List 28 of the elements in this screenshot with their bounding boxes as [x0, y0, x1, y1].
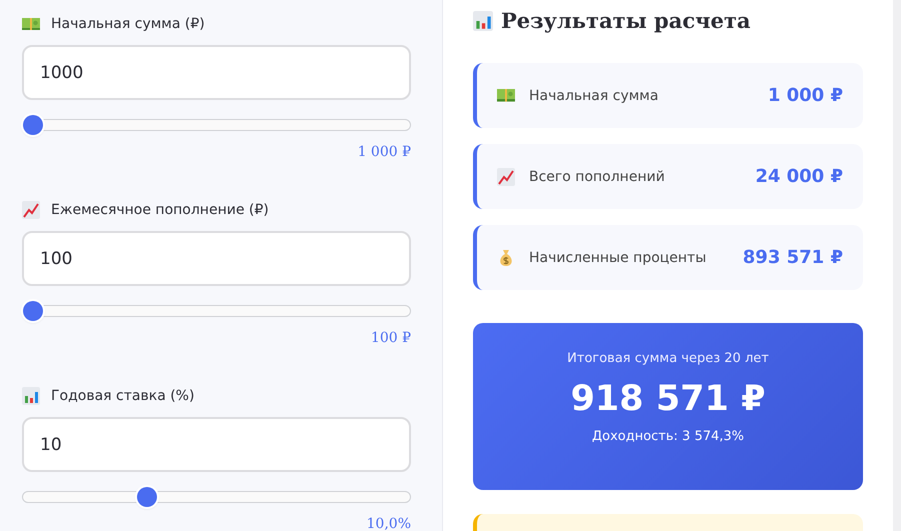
field-label: Ежемесячное пополнение (₽): [51, 202, 269, 218]
result-value: 24 000 ₽: [755, 166, 843, 187]
bar-chart-icon: [22, 387, 40, 405]
slider-thumb[interactable]: [136, 487, 157, 507]
result-label: Всего пополнений: [529, 168, 666, 184]
input-field[interactable]: 10: [22, 417, 411, 472]
yield-text: Доходность: 3 574,3%: [592, 429, 744, 444]
trend-chart-icon: [497, 168, 515, 186]
result-value: 893 571 ₽: [742, 247, 843, 268]
field-label: Годовая ставка (%): [51, 388, 194, 404]
total-caption: Итоговая сумма через 20 лет: [567, 351, 769, 366]
slider-value: 10,0%: [366, 516, 411, 531]
total-amount: 918 571 ₽: [570, 379, 766, 419]
result-value: 1 000 ₽: [768, 85, 843, 106]
results-title: Результаты расчета: [501, 8, 750, 33]
banknote-icon: [497, 89, 515, 102]
slider-value: 1 000 ₽: [358, 144, 411, 160]
result-label: Начисленные проценты: [529, 250, 708, 266]
input-field[interactable]: 100: [22, 231, 411, 286]
banknote-icon: [22, 18, 40, 30]
bar-chart-icon: [473, 10, 493, 30]
trend-chart-icon: [22, 201, 40, 219]
input-field[interactable]: 1000: [22, 45, 411, 100]
slider-value: 100 ₽: [370, 330, 411, 346]
slider-thumb[interactable]: [23, 115, 43, 135]
result-label: Начальная сумма: [529, 88, 660, 104]
slider-thumb[interactable]: [23, 301, 43, 321]
field-label: Начальная сумма (₽): [51, 16, 205, 32]
